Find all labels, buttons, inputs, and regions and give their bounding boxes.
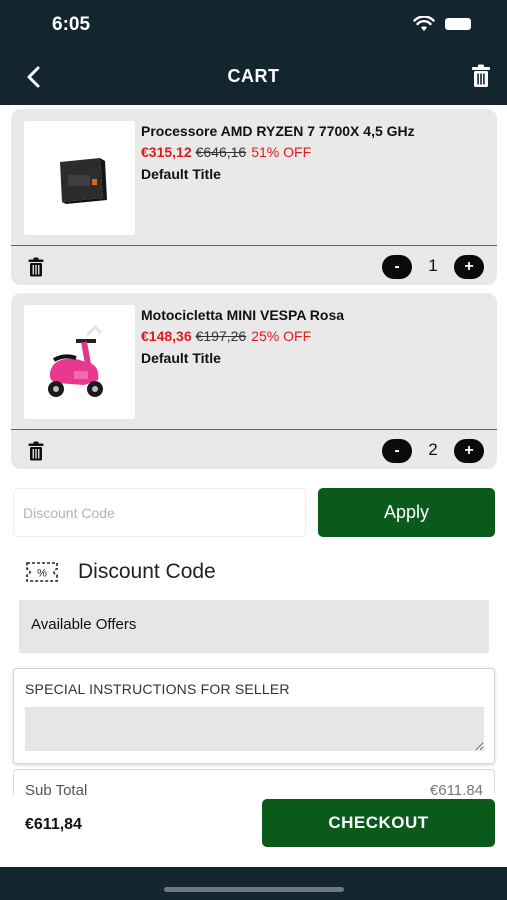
product-image[interactable]: [24, 121, 135, 235]
product-image[interactable]: [24, 305, 135, 419]
original-price: €646,16: [195, 144, 247, 160]
divider: [11, 245, 497, 246]
pink-vespa-image: [48, 324, 106, 397]
divider: [11, 429, 497, 430]
discount-code-input[interactable]: [13, 488, 306, 537]
status-icons: [413, 16, 471, 32]
discount-percent: 51% OFF: [251, 144, 312, 160]
quantity-increase-button[interactable]: +: [454, 255, 484, 279]
coupon-icon: %: [26, 562, 58, 582]
discount-code-row[interactable]: % Discount Code: [24, 555, 216, 589]
sale-price: €315,12: [141, 144, 192, 160]
cpu-box-image: [60, 158, 107, 204]
available-offers-label: Available Offers: [31, 616, 137, 633]
home-indicator[interactable]: [164, 887, 344, 892]
quantity-decrease-button[interactable]: -: [382, 255, 412, 279]
special-instructions-title: SPECIAL INSTRUCTIONS FOR SELLER: [25, 681, 290, 697]
status-time: 6:05: [52, 14, 91, 35]
checkout-bar: €611,84 CHECKOUT: [0, 795, 507, 867]
coupon-icon-text: %: [37, 568, 47, 580]
remove-item-trash-icon[interactable]: [28, 441, 44, 461]
quantity-increase-button[interactable]: +: [454, 439, 484, 463]
quantity-decrease-button[interactable]: -: [382, 439, 412, 463]
total-amount: €611,84: [25, 816, 82, 833]
price-row: €148,36 €197,26 25% OFF: [141, 328, 311, 344]
clear-cart-trash-icon[interactable]: [471, 64, 491, 88]
apply-discount-button[interactable]: Apply: [318, 488, 495, 537]
status-bar: 6:05: [0, 0, 507, 50]
available-offers-button[interactable]: Available Offers: [19, 600, 489, 653]
remove-item-trash-icon[interactable]: [28, 257, 44, 277]
product-variant: Default Title: [141, 350, 221, 366]
wifi-icon: [413, 16, 435, 31]
quantity-value: 1: [428, 256, 438, 275]
navigation-header: CART: [0, 50, 507, 105]
battery-icon: [445, 18, 471, 30]
quantity-value: 2: [428, 440, 438, 459]
discount-code-heading: Discount Code: [78, 560, 216, 583]
price-row: €315,12 €646,16 51% OFF: [141, 144, 311, 160]
checkout-button[interactable]: CHECKOUT: [262, 799, 495, 847]
discount-percent: 25% OFF: [251, 328, 312, 344]
product-name[interactable]: Motocicletta MINI VESPA Rosa: [141, 307, 344, 323]
product-name[interactable]: Processore AMD RYZEN 7 7700X 4,5 GHz: [141, 123, 415, 139]
cart-item: Processore AMD RYZEN 7 7700X 4,5 GHz €31…: [11, 109, 497, 285]
special-instructions-input[interactable]: [25, 707, 484, 751]
special-instructions-card: SPECIAL INSTRUCTIONS FOR SELLER: [13, 668, 495, 764]
cart-item: Motocicletta MINI VESPA Rosa €148,36 €197…: [11, 293, 497, 469]
home-indicator-area: [0, 867, 507, 900]
sale-price: €148,36: [141, 328, 192, 344]
product-variant: Default Title: [141, 166, 221, 182]
page-title: CART: [227, 66, 280, 86]
original-price: €197,26: [195, 328, 247, 344]
